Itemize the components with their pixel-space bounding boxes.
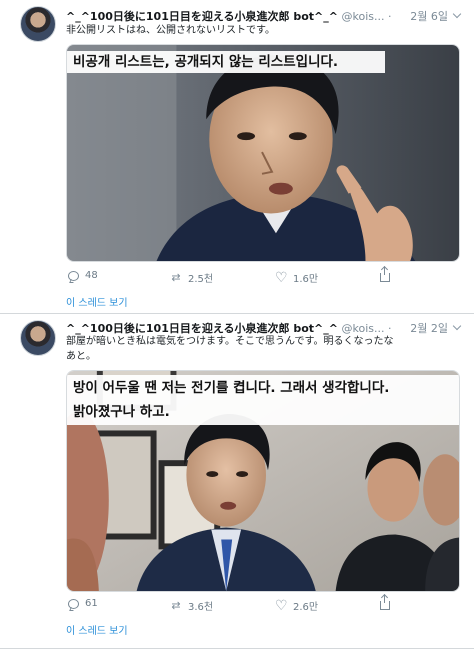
share-icon bbox=[380, 595, 390, 610]
tweet-text: 非公開リストはね、公開されないリストです。 bbox=[66, 25, 275, 36]
like-icon bbox=[275, 270, 288, 286]
share-button[interactable] bbox=[380, 595, 390, 610]
chevron-down-icon[interactable] bbox=[452, 322, 462, 332]
tweet-image[interactable]: 방이 어두울 땐 저는 전기를 켭니다. 그래서 생각합니다. 밝아졌구나 하고… bbox=[66, 370, 460, 592]
tweet-actions: 48 ⇄ 2.5천 1.6만 bbox=[66, 267, 448, 286]
photo bbox=[67, 45, 459, 261]
reply-icon bbox=[68, 270, 79, 281]
image-caption: 비공개 리스트는, 공개되지 않는 리스트입니다. bbox=[67, 51, 385, 73]
retweet-icon: ⇄ bbox=[171, 270, 181, 284]
like-button[interactable]: 1.6만 bbox=[275, 270, 319, 286]
show-thread-link[interactable]: 이 스레드 보기 bbox=[66, 622, 128, 637]
tweet-text: 部屋が暗いとき私は電気をつけます。そこで思うんです。明るくなったな あと。 bbox=[66, 334, 458, 364]
retweet-count: 3.6천 bbox=[188, 602, 214, 613]
divider bbox=[0, 648, 474, 649]
avatar[interactable] bbox=[20, 6, 56, 42]
retweet-button[interactable]: ⇄ 2.5천 bbox=[170, 270, 213, 285]
tweet-text-line: あと。 bbox=[66, 351, 96, 362]
image-caption: 방이 어두울 땐 저는 전기를 켭니다. 그래서 생각합니다. 밝아졌구나 하고… bbox=[67, 375, 459, 425]
handle[interactable]: @kois... bbox=[341, 10, 384, 23]
like-icon bbox=[275, 598, 288, 614]
tweet-image[interactable]: 비공개 리스트는, 공개되지 않는 리스트입니다. bbox=[66, 44, 460, 262]
avatar[interactable] bbox=[20, 320, 56, 356]
tweet[interactable]: ^_^100日後に101日目を迎える小泉進次郎 bot^_^ @kois... … bbox=[6, 314, 468, 648]
like-count: 1.6만 bbox=[293, 274, 319, 285]
reply-button[interactable]: 61 bbox=[68, 598, 98, 609]
reply-button[interactable]: 48 bbox=[68, 270, 98, 281]
caption-line: 방이 어두울 땐 저는 전기를 켭니다. 그래서 생각합니다. bbox=[73, 380, 390, 396]
caption-line: 밝아졌구나 하고. bbox=[73, 404, 170, 420]
tweet-date[interactable]: 2월 6일 bbox=[410, 8, 448, 24]
tweet[interactable]: ^_^100日後に101日目を迎える小泉進次郎 bot^_^ @kois... … bbox=[6, 4, 468, 314]
tweet-text-line: 部屋が暗いとき私は電気をつけます。そこで思うんです。明るくなったな bbox=[66, 336, 394, 347]
reply-count: 61 bbox=[85, 598, 98, 609]
show-thread-link[interactable]: 이 스레드 보기 bbox=[66, 294, 128, 309]
tweet-header: ^_^100日後に101日目を迎える小泉進次郎 bot^_^ @kois... … bbox=[66, 8, 462, 24]
like-count: 2.6만 bbox=[293, 602, 319, 613]
separator: · bbox=[387, 10, 392, 23]
retweet-count: 2.5천 bbox=[188, 274, 214, 285]
caption-line: 비공개 리스트는, 공개되지 않는 리스트입니다. bbox=[73, 54, 339, 70]
reply-count: 48 bbox=[85, 270, 98, 281]
retweet-icon: ⇄ bbox=[171, 598, 181, 612]
reply-icon bbox=[68, 598, 79, 609]
share-button[interactable] bbox=[380, 267, 390, 282]
like-button[interactable]: 2.6만 bbox=[275, 598, 319, 614]
display-name[interactable]: ^_^100日後に101日目を迎える小泉進次郎 bot^_^ bbox=[66, 10, 338, 23]
chevron-down-icon[interactable] bbox=[452, 10, 462, 20]
share-icon bbox=[380, 267, 390, 282]
tweet-actions: 61 ⇄ 3.6천 2.6만 bbox=[66, 595, 448, 614]
retweet-button[interactable]: ⇄ 3.6천 bbox=[170, 598, 213, 613]
